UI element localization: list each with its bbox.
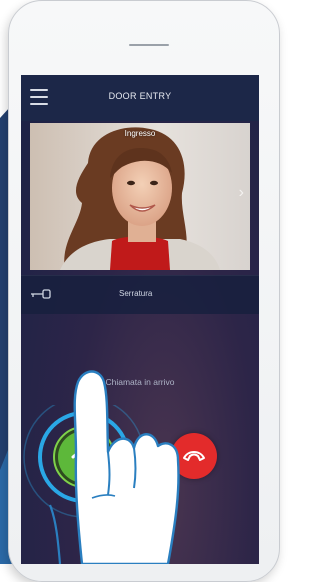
pointing-hand-illustration: [48, 370, 180, 564]
